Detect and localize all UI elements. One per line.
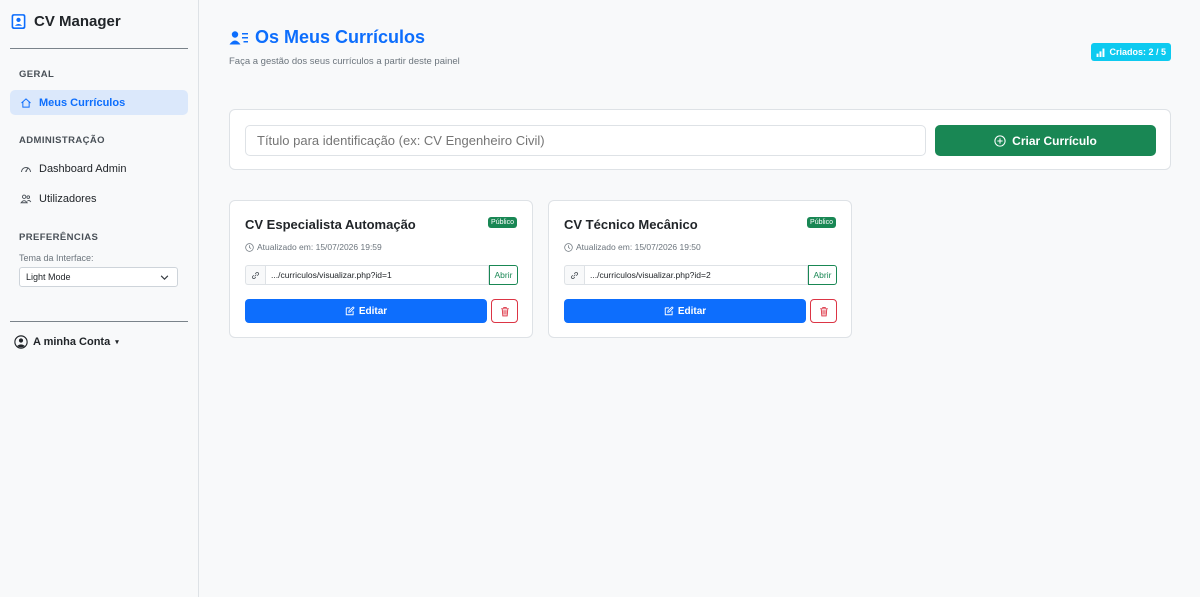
link-icon bbox=[245, 265, 265, 285]
status-badge: Público bbox=[807, 217, 836, 228]
trash-icon bbox=[819, 306, 828, 316]
sidebar-item-label: Dashboard Admin bbox=[39, 162, 127, 175]
sidebar-item-label: Meus Currículos bbox=[39, 96, 126, 109]
edit-cv-button[interactable]: Editar bbox=[564, 299, 806, 323]
cv-card: CV Especialista Automação Público Atuali… bbox=[229, 200, 533, 338]
person-badge-icon bbox=[11, 13, 26, 29]
people-icon bbox=[20, 194, 32, 203]
theme-label: Tema da Interface: bbox=[19, 253, 94, 263]
page-title-text: Os Meus Currículos bbox=[255, 27, 426, 47]
section-label-geral: GERAL bbox=[19, 69, 55, 80]
edit-cv-button-label: Editar bbox=[358, 305, 388, 317]
main-content: Os Meus Currículos Faça a gestão dos seu… bbox=[199, 0, 1200, 597]
sidebar: CV Manager GERAL Meus Currículos ADMINIS… bbox=[0, 0, 199, 597]
cv-link-field[interactable]: .../curriculos/visualizar.php?id=2 bbox=[584, 265, 808, 285]
clock-icon bbox=[245, 242, 254, 252]
plus-circle-icon bbox=[994, 134, 1006, 147]
chevron-down-icon bbox=[160, 274, 169, 280]
person-lines-icon bbox=[229, 30, 248, 44]
edit-cv-button[interactable]: Editar bbox=[245, 299, 487, 323]
home-icon bbox=[21, 97, 31, 108]
link-icon bbox=[564, 265, 584, 285]
cv-title: CV Técnico Mecânico bbox=[564, 217, 698, 232]
edit-cv-button-label: Editar bbox=[677, 305, 707, 317]
cv-title: CV Especialista Automação bbox=[245, 217, 416, 232]
chain-link-icon bbox=[571, 271, 578, 279]
person-circle-icon bbox=[14, 335, 28, 349]
status-badge: Público bbox=[488, 217, 517, 228]
open-cv-button[interactable]: Abrir bbox=[489, 265, 518, 285]
speedometer-icon bbox=[21, 166, 31, 172]
page-title: Os Meus Currículos bbox=[229, 27, 425, 48]
theme-select-value: Light Mode bbox=[26, 272, 71, 282]
brand[interactable]: CV Manager bbox=[10, 0, 188, 42]
section-label-admin: ADMINISTRAÇÃO bbox=[19, 135, 105, 146]
cv-updated-text: Atualizado em: 15/07/2026 19:50 bbox=[576, 242, 701, 252]
create-cv-button[interactable]: Criar Currículo bbox=[935, 125, 1156, 156]
create-cv-card: Criar Currículo bbox=[229, 109, 1171, 170]
pencil-square-icon bbox=[345, 306, 355, 316]
create-cv-button-label: Criar Currículo bbox=[1012, 133, 1097, 148]
count-badge-text: Criados: 2 / 5 bbox=[1109, 47, 1166, 57]
sidebar-item-label: Utilizadores bbox=[39, 192, 97, 205]
pencil-square-icon bbox=[664, 306, 674, 316]
cv-updated: Atualizado em: 15/07/2026 19:50 bbox=[564, 242, 701, 252]
page-subtitle: Faça a gestão dos seus currículos a part… bbox=[229, 56, 460, 67]
cv-link-group: .../curriculos/visualizar.php?id=2 Abrir bbox=[564, 265, 837, 285]
brand-name: CV Manager bbox=[34, 12, 121, 30]
cv-title-input[interactable] bbox=[245, 125, 926, 156]
delete-cv-button[interactable] bbox=[491, 299, 518, 323]
delete-cv-button[interactable] bbox=[810, 299, 837, 323]
account-label: A minha Conta bbox=[33, 336, 111, 348]
account-dropdown[interactable]: A minha Conta ▾ bbox=[10, 335, 188, 349]
cv-link-group: .../curriculos/visualizar.php?id=1 Abrir bbox=[245, 265, 518, 285]
section-label-preferencias: PREFERÊNCIAS bbox=[19, 232, 99, 243]
count-badge: Criados: 2 / 5 bbox=[1091, 43, 1171, 61]
sidebar-item-meus-curriculos[interactable]: Meus Currículos bbox=[10, 90, 188, 115]
sidebar-divider-bottom bbox=[10, 321, 188, 322]
chain-link-icon bbox=[252, 271, 259, 279]
cv-link-field[interactable]: .../curriculos/visualizar.php?id=1 bbox=[265, 265, 489, 285]
sidebar-divider bbox=[10, 48, 188, 49]
trash-icon bbox=[500, 306, 509, 316]
sidebar-item-dashboard-admin[interactable]: Dashboard Admin bbox=[10, 156, 188, 181]
sidebar-item-utilizadores[interactable]: Utilizadores bbox=[10, 186, 188, 211]
cv-updated-text: Atualizado em: 15/07/2026 19:59 bbox=[257, 242, 382, 252]
theme-select[interactable]: Light Mode bbox=[19, 267, 178, 287]
caret-down-icon: ▾ bbox=[115, 339, 119, 346]
cv-updated: Atualizado em: 15/07/2026 19:59 bbox=[245, 242, 382, 252]
open-cv-button[interactable]: Abrir bbox=[808, 265, 837, 285]
bar-chart-icon bbox=[1097, 48, 1105, 57]
clock-icon bbox=[564, 242, 573, 252]
cv-card: CV Técnico Mecânico Público Atualizado e… bbox=[548, 200, 852, 338]
